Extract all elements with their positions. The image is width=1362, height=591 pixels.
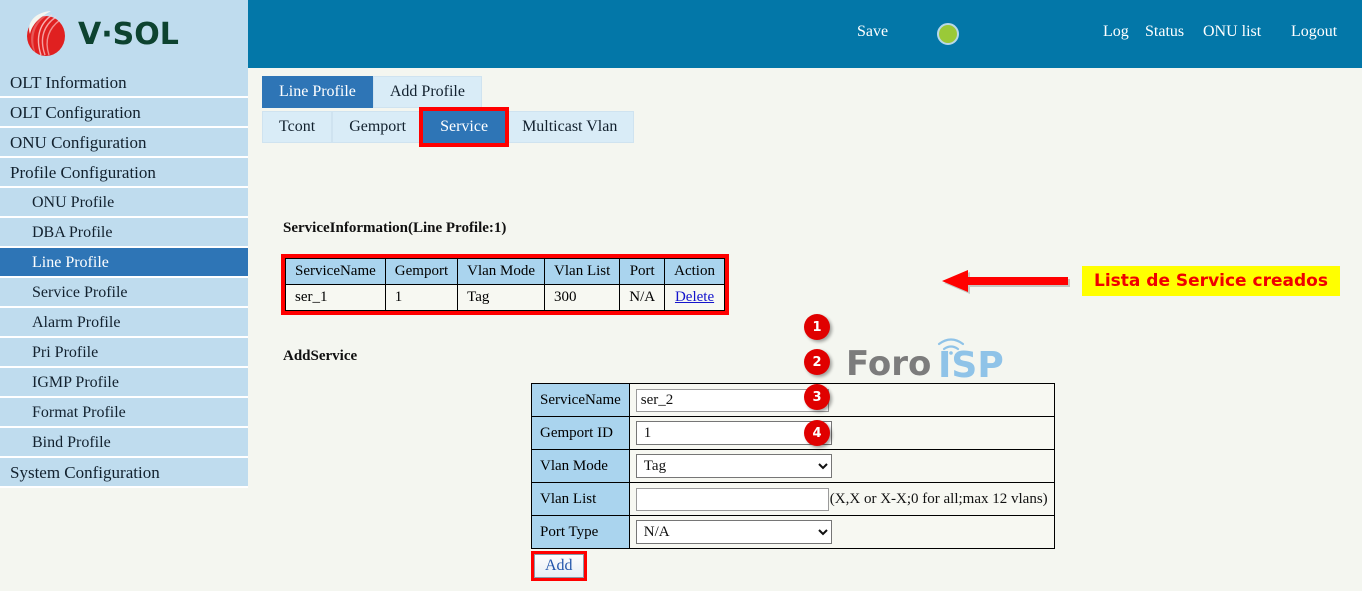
cell-vlan-mode: Tag <box>458 285 545 311</box>
sidebar-item-format-profile[interactable]: Format Profile <box>0 398 248 428</box>
svg-text:Foro: Foro <box>846 344 931 382</box>
annotation-badge-1: 1 <box>804 314 830 340</box>
sidebar-item-profile-configuration[interactable]: Profile Configuration <box>0 158 248 188</box>
service-information-title: ServiceInformation(Line Profile:1) <box>283 220 506 237</box>
form-row-service-name: ServiceName <box>532 384 1055 417</box>
field-gemport-id: 1234 <box>629 417 1054 450</box>
sidebar-item-system-configuration[interactable]: System Configuration <box>0 458 248 488</box>
cell-service-name: ser_1 <box>286 285 386 311</box>
sidebar: OLT Information OLT Configuration ONU Co… <box>0 68 248 591</box>
brand-logo-text: V·SOL <box>78 17 179 52</box>
field-service-name <box>629 384 1054 417</box>
cell-gemport: 1 <box>385 285 457 311</box>
cell-action: Delete <box>665 285 725 311</box>
column-header-vlan-list: Vlan List <box>545 259 620 285</box>
table-row: ser_1 1 Tag 300 N/A Delete <box>286 285 725 311</box>
form-row-port-type: Port Type N/AETHPOTSCATV <box>532 516 1055 549</box>
column-header-action: Action <box>665 259 725 285</box>
sidebar-item-dba-profile[interactable]: DBA Profile <box>0 218 248 248</box>
primary-tab-bar: Line Profile Add Profile <box>262 76 482 108</box>
status-indicator-icon <box>937 23 959 45</box>
sidebar-item-onu-configuration[interactable]: ONU Configuration <box>0 128 248 158</box>
annotation-badge-2: 2 <box>804 349 830 375</box>
log-link[interactable]: Log <box>1103 23 1129 41</box>
svg-text:ISP: ISP <box>938 345 1004 382</box>
service-information-table-highlight: ServiceName Gemport Vlan Mode Vlan List … <box>281 254 729 315</box>
column-header-service-name: ServiceName <box>286 259 386 285</box>
logo-panel: V·SOL <box>0 0 248 68</box>
field-vlan-mode: TagTransparentTranslation <box>629 450 1054 483</box>
form-row-vlan-mode: Vlan Mode TagTransparentTranslation <box>532 450 1055 483</box>
sidebar-item-line-profile[interactable]: Line Profile <box>0 248 248 278</box>
field-vlan-list: (X,X or X-X;0 for all;max 12 vlans) <box>629 483 1054 516</box>
table-header-row: ServiceName Gemport Vlan Mode Vlan List … <box>286 259 725 285</box>
column-header-gemport: Gemport <box>385 259 457 285</box>
form-row-gemport-id: Gemport ID 1234 <box>532 417 1055 450</box>
foroisp-watermark-logo: Foro ISP <box>844 332 1024 382</box>
tab-add-profile[interactable]: Add Profile <box>373 76 482 108</box>
label-service-name: ServiceName <box>532 384 630 417</box>
label-gemport-id: Gemport ID <box>532 417 630 450</box>
sidebar-item-service-profile[interactable]: Service Profile <box>0 278 248 308</box>
save-button[interactable]: Save <box>857 23 888 41</box>
status-link[interactable]: Status <box>1145 23 1184 41</box>
sidebar-item-pri-profile[interactable]: Pri Profile <box>0 338 248 368</box>
logout-link[interactable]: Logout <box>1291 23 1337 41</box>
label-vlan-list: Vlan List <box>532 483 630 516</box>
port-type-select[interactable]: N/AETHPOTSCATV <box>636 520 832 544</box>
vlan-mode-select[interactable]: TagTransparentTranslation <box>636 454 832 478</box>
secondary-tab-bar: Tcont Gemport Service Multicast Vlan <box>262 111 634 143</box>
annotation-badge-3: 3 <box>804 384 830 410</box>
annotation-label-service-list: Lista de Service creados <box>1082 266 1340 296</box>
annotation-badge-4: 4 <box>804 420 830 446</box>
service-information-table: ServiceName Gemport Vlan Mode Vlan List … <box>285 258 725 311</box>
add-button[interactable]: Add <box>534 554 584 578</box>
vlan-list-input[interactable] <box>636 488 829 511</box>
cell-port: N/A <box>620 285 665 311</box>
vlan-list-hint: (X,X or X-X;0 for all;max 12 vlans) <box>830 491 1048 508</box>
label-port-type: Port Type <box>532 516 630 549</box>
cell-vlan-list: 300 <box>545 285 620 311</box>
column-header-vlan-mode: Vlan Mode <box>458 259 545 285</box>
sidebar-item-bind-profile[interactable]: Bind Profile <box>0 428 248 458</box>
tab-tcont[interactable]: Tcont <box>262 111 332 143</box>
form-row-vlan-list: Vlan List (X,X or X-X;0 for all;max 12 v… <box>532 483 1055 516</box>
sidebar-item-igmp-profile[interactable]: IGMP Profile <box>0 368 248 398</box>
content-area: Line Profile Add Profile Tcont Gemport S… <box>248 68 1362 591</box>
sidebar-item-olt-configuration[interactable]: OLT Configuration <box>0 98 248 128</box>
add-service-form: ServiceName Gemport ID 1234 <box>531 383 1055 549</box>
onu-list-link[interactable]: ONU list <box>1203 23 1261 41</box>
service-name-input[interactable] <box>636 389 829 412</box>
tab-gemport[interactable]: Gemport <box>332 111 423 143</box>
add-button-highlight: Add <box>531 551 587 581</box>
add-service-table: ServiceName Gemport ID 1234 <box>531 383 1055 549</box>
tab-service[interactable]: Service <box>423 111 505 143</box>
sidebar-item-olt-information[interactable]: OLT Information <box>0 68 248 98</box>
tab-multicast-vlan[interactable]: Multicast Vlan <box>505 111 634 143</box>
tab-line-profile[interactable]: Line Profile <box>262 76 373 108</box>
delete-link[interactable]: Delete <box>675 289 714 305</box>
sidebar-item-alarm-profile[interactable]: Alarm Profile <box>0 308 248 338</box>
vsol-flame-icon <box>20 10 72 58</box>
label-vlan-mode: Vlan Mode <box>532 450 630 483</box>
top-bar: Save Log Status ONU list Logout <box>248 0 1362 68</box>
app-root: V·SOL Save Log Status ONU list Logout OL… <box>0 0 1362 591</box>
sidebar-item-onu-profile[interactable]: ONU Profile <box>0 188 248 218</box>
field-port-type: N/AETHPOTSCATV <box>629 516 1054 549</box>
gemport-id-select[interactable]: 1234 <box>636 421 832 445</box>
annotation-arrow-icon <box>942 268 1072 298</box>
column-header-port: Port <box>620 259 665 285</box>
add-service-title: AddService <box>283 348 357 365</box>
